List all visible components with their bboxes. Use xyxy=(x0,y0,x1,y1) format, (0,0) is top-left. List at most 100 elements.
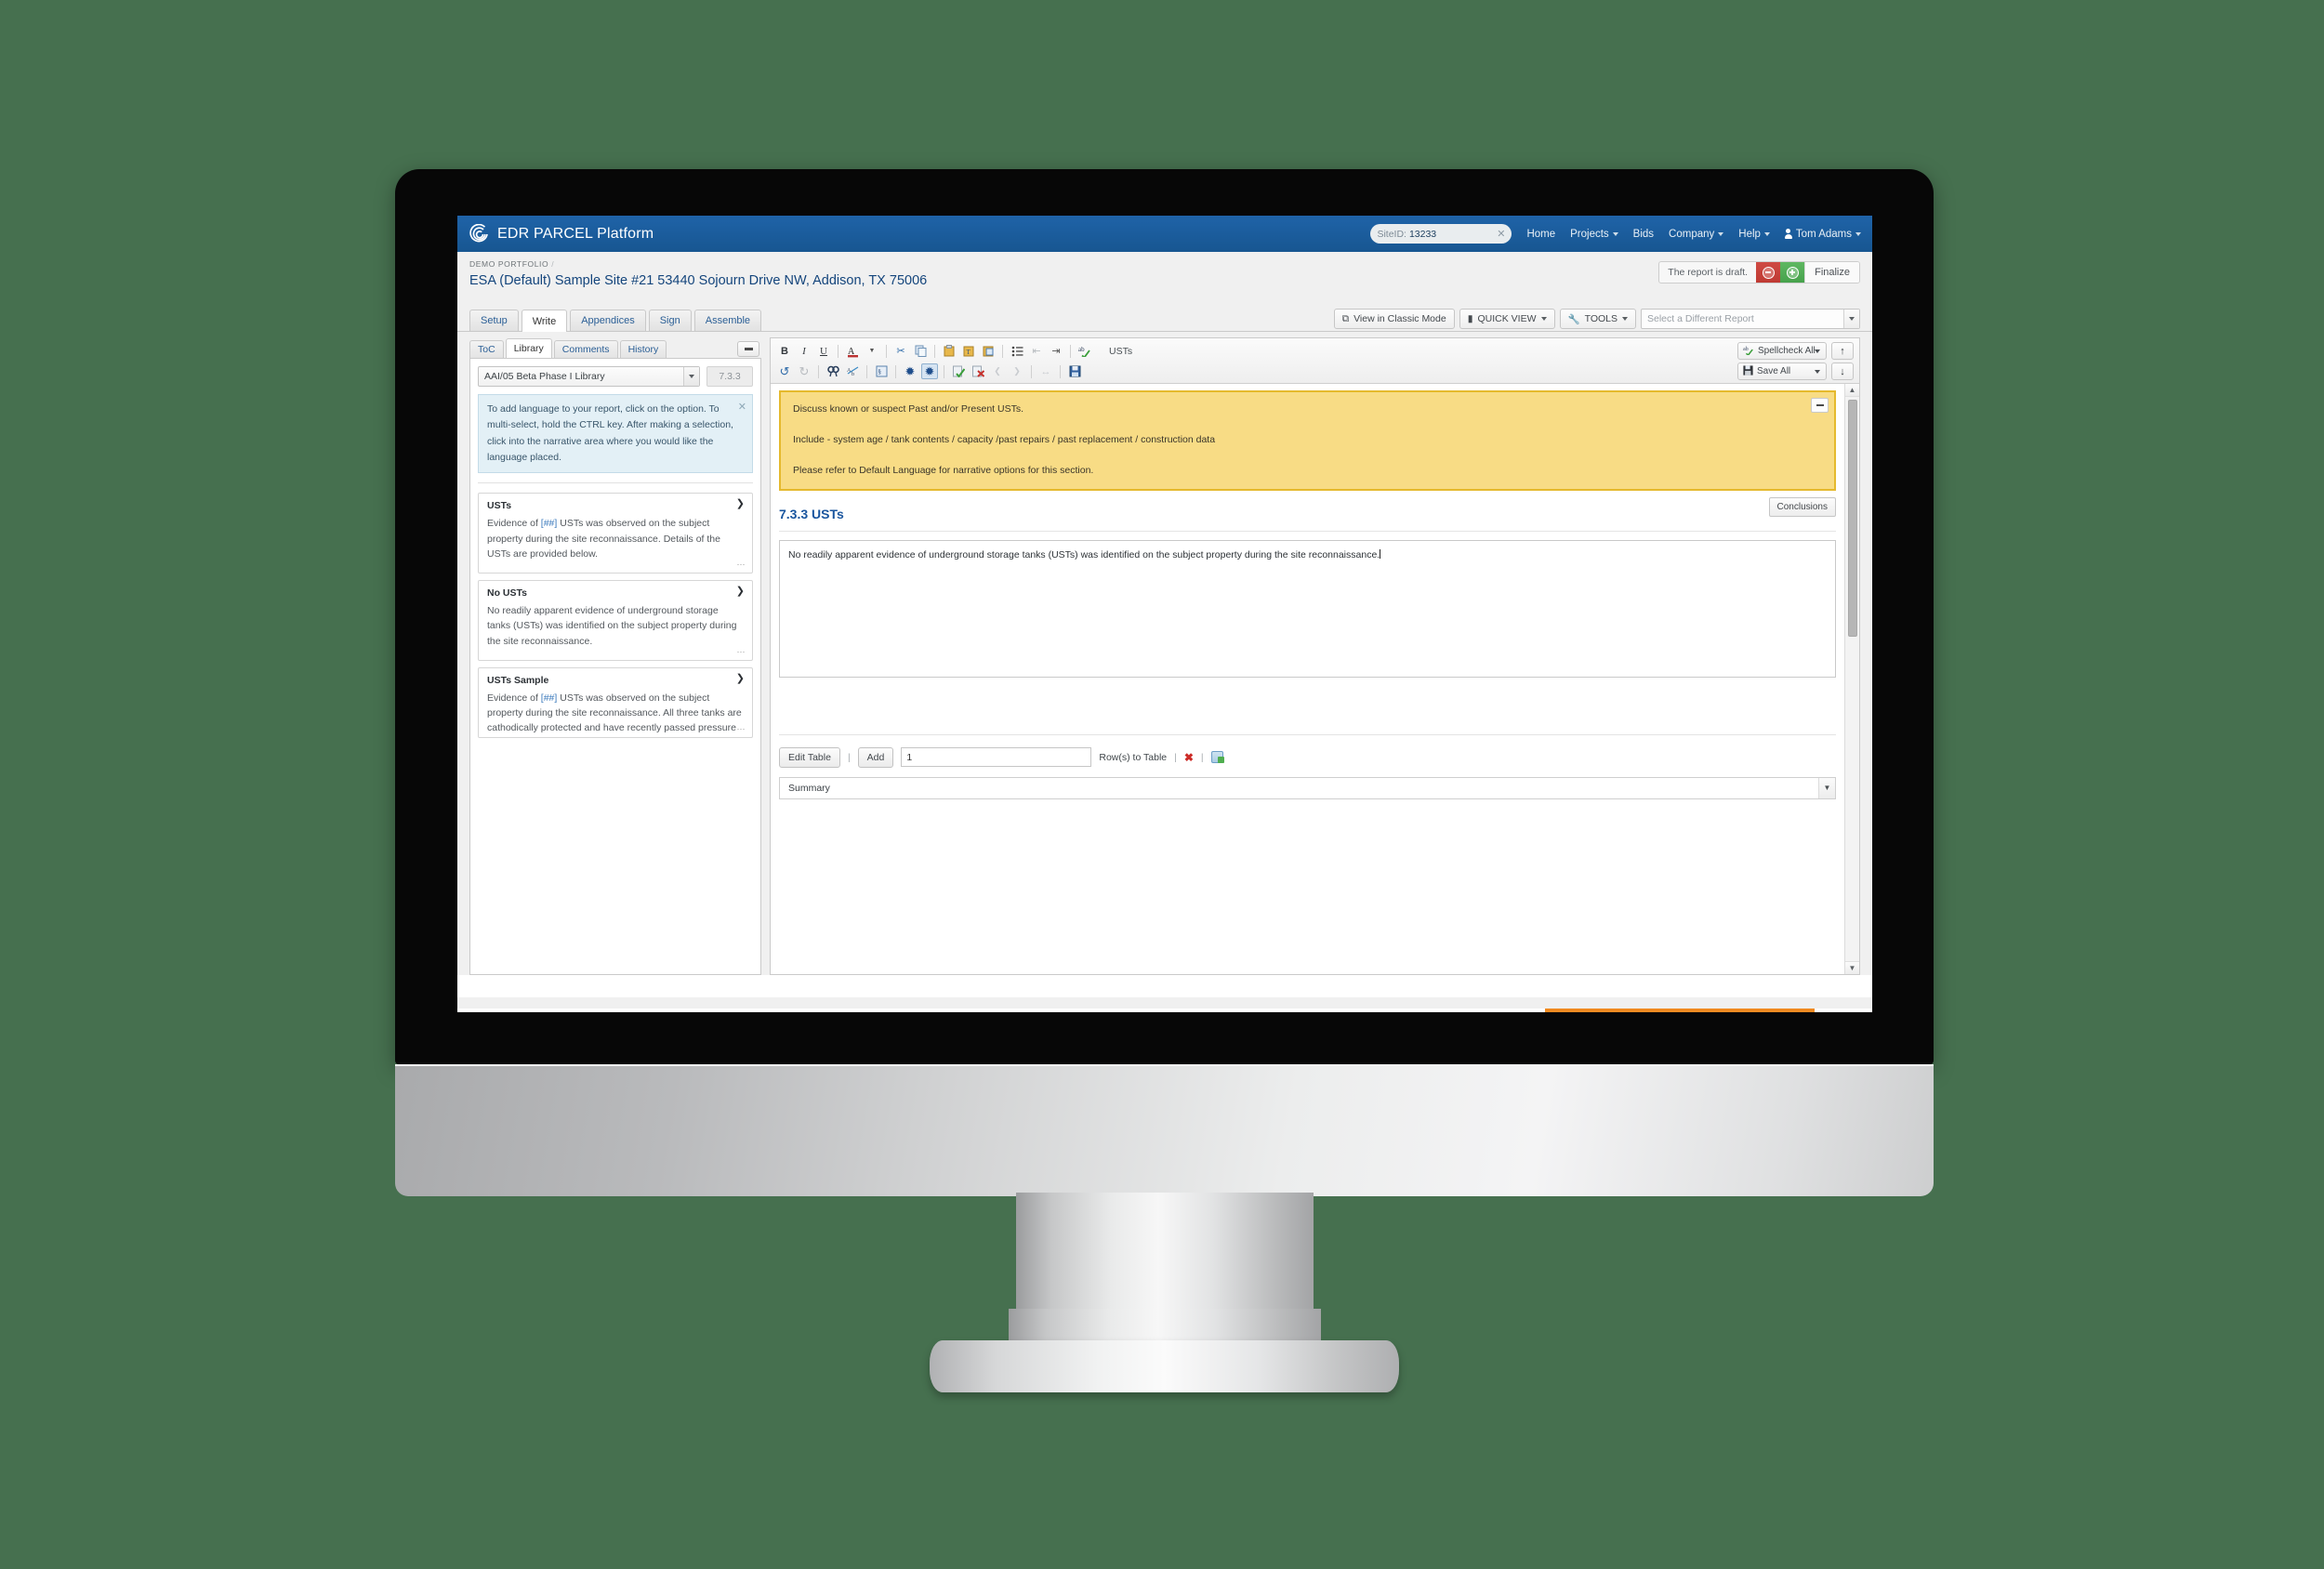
bookmark-active-icon[interactable]: ✹ xyxy=(921,363,938,379)
left-tab-history[interactable]: History xyxy=(619,340,667,358)
quick-view-button[interactable]: ▮ QUICK VIEW xyxy=(1459,309,1555,329)
save-all-label: Save All xyxy=(1757,366,1791,376)
set-final-button[interactable] xyxy=(1780,262,1805,283)
edit-table-button[interactable]: Edit Table xyxy=(779,746,840,768)
scrollbar-thumb[interactable] xyxy=(1848,400,1857,637)
breadcrumb[interactable]: DEMO PORTFOLIO / xyxy=(469,259,1860,269)
report-select[interactable]: Select a Different Report xyxy=(1641,309,1860,329)
rows-suffix-label: Row(s) to Table xyxy=(1099,751,1168,763)
bullet-list-icon[interactable] xyxy=(1009,343,1025,359)
nav-link-home[interactable]: Home xyxy=(1526,229,1555,240)
set-draft-button[interactable] xyxy=(1756,262,1781,283)
finalize-button[interactable]: Finalize xyxy=(1804,262,1859,283)
tab-setup[interactable]: Setup xyxy=(469,310,519,331)
rows-count-input[interactable]: 1 xyxy=(901,747,1092,768)
section-divider xyxy=(779,530,1836,532)
copy-icon[interactable] xyxy=(912,343,929,359)
left-tab-comments[interactable]: Comments xyxy=(553,340,618,358)
nav-link-projects[interactable]: Projects xyxy=(1570,229,1618,240)
list-item[interactable]: ❯ USTs Evidence of [##] USTs was observe… xyxy=(478,493,753,574)
tools-button[interactable]: 🔧 TOOLS xyxy=(1559,309,1636,329)
view-classic-mode-button[interactable]: ⧉ View in Classic Mode xyxy=(1333,309,1455,329)
list-item[interactable]: ❯ No USTs No readily apparent evidence o… xyxy=(478,580,753,661)
redo-icon: ↻ xyxy=(799,363,810,378)
library-panel: AAI/05 Beta Phase I Library 7.3.3 ✕ To a… xyxy=(469,358,761,975)
nav-label: Home xyxy=(1526,228,1556,240)
save-icon[interactable] xyxy=(1066,363,1083,379)
conclusions-button[interactable]: Conclusions xyxy=(1768,496,1836,517)
chevron-down-icon[interactable] xyxy=(1843,310,1859,328)
library-item-text: Evidence of [##] USTs was observed on th… xyxy=(487,518,720,560)
save-all-button[interactable]: Save All xyxy=(1737,363,1827,380)
close-icon[interactable]: ✕ xyxy=(738,399,746,415)
tab-sign[interactable]: Sign xyxy=(648,310,692,331)
import-table-icon[interactable] xyxy=(1210,751,1224,764)
library-select[interactable]: AAI/05 Beta Phase I Library xyxy=(478,366,700,387)
screen-content: EDR PARCEL Platform SiteID: 13233 ✕ Home… xyxy=(457,216,1872,1012)
chevron-down-icon[interactable]: ▼ xyxy=(864,343,880,359)
left-panel-minimize-button[interactable] xyxy=(737,341,759,357)
chevron-down-icon[interactable]: ❯ xyxy=(736,499,745,509)
italic-icon[interactable]: I xyxy=(796,343,812,359)
brand[interactable]: EDR PARCEL Platform xyxy=(457,223,654,244)
notice-minimize-button[interactable] xyxy=(1811,398,1829,413)
font-color-icon[interactable]: A xyxy=(844,343,861,359)
monitor-scene: EDR PARCEL Platform SiteID: 13233 ✕ Home… xyxy=(0,0,2324,1569)
cut-icon[interactable]: ✂ xyxy=(892,343,909,359)
spellcheck-all-button[interactable]: ab Spellcheck All xyxy=(1737,342,1827,360)
chevron-down-icon xyxy=(1815,369,1820,374)
accept-icon[interactable] xyxy=(950,363,967,379)
nav-link-help[interactable]: Help xyxy=(1738,229,1770,240)
left-tab-toc[interactable]: ToC xyxy=(469,340,504,358)
chevron-down-icon[interactable] xyxy=(683,367,699,386)
narrative-editor[interactable]: No readily apparent evidence of undergro… xyxy=(779,539,1836,678)
underline-icon[interactable]: U xyxy=(815,343,832,359)
chevron-down-icon xyxy=(1855,231,1861,236)
left-tab-library[interactable]: Library xyxy=(505,338,552,358)
resize-handle[interactable]: ⋯ xyxy=(737,560,746,570)
resize-handle[interactable]: ⋯ xyxy=(737,724,746,734)
arrow-down-icon[interactable]: ↓ xyxy=(1831,363,1854,380)
caret-down-icon[interactable]: ▼ xyxy=(1845,961,1859,974)
arrow-up-icon[interactable]: ↑ xyxy=(1831,342,1854,360)
caret-up-icon[interactable]: ▲ xyxy=(1845,384,1859,397)
report-status-group: The report is draft. Finalize xyxy=(1658,261,1860,283)
bold-icon[interactable]: B xyxy=(776,343,793,359)
page-footer xyxy=(457,997,1872,1009)
nav-link-bids[interactable]: Bids xyxy=(1633,229,1654,240)
red-x-icon[interactable]: ✖ xyxy=(1184,751,1194,764)
tab-appendices[interactable]: Appendices xyxy=(570,310,646,331)
spellcheck-icon[interactable]: ab xyxy=(1076,343,1093,359)
tab-assemble[interactable]: Assemble xyxy=(693,310,762,331)
chevron-down-icon[interactable]: ❯ xyxy=(736,673,745,684)
nav-user-menu[interactable]: Tom Adams xyxy=(1784,229,1861,240)
siteid-search-input[interactable]: SiteID: 13233 ✕ xyxy=(1370,224,1512,244)
close-icon[interactable]: ✕ xyxy=(1497,228,1505,240)
paste-word-icon[interactable] xyxy=(980,343,997,359)
add-rows-button[interactable]: Add xyxy=(857,746,894,768)
resize-handle[interactable]: ⋯ xyxy=(737,647,746,657)
editor-right-controls: ab Spellcheck All Save All ↑ ↓ xyxy=(1737,342,1854,380)
undo-icon[interactable]: ↺ xyxy=(776,363,793,379)
list-item[interactable]: ❯ USTs Sample Evidence of [##] USTs was … xyxy=(478,666,753,738)
library-hint-text: To add language to your report, click on… xyxy=(487,403,733,463)
paste-icon[interactable] xyxy=(941,343,957,359)
chevron-down-icon xyxy=(1612,231,1618,236)
find-icon[interactable] xyxy=(825,363,841,379)
chevron-down-icon[interactable]: ❯ xyxy=(736,587,745,597)
tab-write[interactable]: Write xyxy=(521,310,568,332)
breadcrumb-portfolio[interactable]: DEMO PORTFOLIO xyxy=(469,259,548,269)
editor-scrollbar[interactable]: ▲ ▼ xyxy=(1844,384,1859,974)
nav-label: Projects xyxy=(1570,228,1609,240)
caret-down-icon[interactable]: ▼ xyxy=(1818,777,1835,798)
reject-icon[interactable] xyxy=(970,363,986,379)
bookmark-icon[interactable]: ✹ xyxy=(902,363,918,379)
nav-link-company[interactable]: Company xyxy=(1669,229,1724,240)
placeholder-token: [##] xyxy=(540,692,558,704)
spellcheck-all-label: Spellcheck All xyxy=(1758,346,1816,356)
indent-icon[interactable]: ⇥ xyxy=(1048,343,1064,359)
replace-icon[interactable]: Ab xyxy=(844,363,861,379)
special-char-icon[interactable]: § xyxy=(873,363,890,379)
summary-row[interactable]: Summary ▼ xyxy=(779,776,1836,799)
paste-text-icon[interactable]: T xyxy=(960,343,977,359)
